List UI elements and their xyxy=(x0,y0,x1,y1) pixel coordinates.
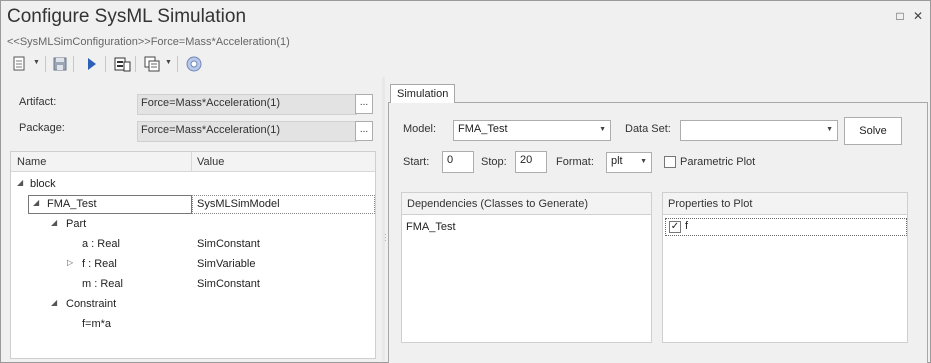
package-field: Force=Mass*Acceleration(1) xyxy=(137,121,357,142)
stop-input[interactable]: 20 xyxy=(515,151,547,173)
format-select[interactable]: plt ▼ xyxy=(606,152,652,173)
tree-row-name: FMA_Test xyxy=(47,198,97,210)
dataset-label: Data Set: xyxy=(625,123,671,135)
tree-row-name: f : Real xyxy=(82,258,117,270)
artifact-browse-button[interactable]: ... xyxy=(355,94,373,114)
chevron-down-icon: ▼ xyxy=(826,126,833,133)
start-input[interactable]: 0 xyxy=(442,151,474,173)
help-icon[interactable] xyxy=(185,55,203,73)
tree-row-name: Constraint xyxy=(66,298,117,310)
tab-strip: Simulation xyxy=(388,81,928,104)
window-subtitle: <<SysMLSimConfiguration>>Force=Mass*Acce… xyxy=(7,36,290,48)
collapse-icon[interactable]: ◢ xyxy=(17,178,23,187)
tree-row-name: f=m*a xyxy=(82,318,112,330)
toolbar: ▼ ▼ xyxy=(5,53,385,77)
tree-row-equation[interactable]: f=m*a xyxy=(11,315,375,335)
parametric-plot-label[interactable]: Parametric Plot xyxy=(680,156,755,168)
artifact-field: Force=Mass*Acceleration(1) xyxy=(137,94,357,115)
expand-icon[interactable]: ▷ xyxy=(67,258,73,267)
package-label: Package: xyxy=(19,122,65,134)
configure-sysml-simulation-window: Configure SysML Simulation <<SysMLSimCon… xyxy=(0,0,931,363)
panel-splitter[interactable] xyxy=(382,77,385,361)
properties-header: Properties to Plot xyxy=(663,193,907,215)
window-title: Configure SysML Simulation xyxy=(7,6,247,27)
start-label: Start: xyxy=(403,156,430,168)
tree-row-constraint[interactable]: ◢ Constraint xyxy=(11,295,375,315)
tree-row-block[interactable]: ◢ block xyxy=(11,175,375,195)
column-header-value[interactable]: Value xyxy=(197,156,224,168)
tree-row-name: m : Real xyxy=(82,278,123,290)
toolbar-separator xyxy=(135,56,136,72)
dependencies-panel: Dependencies (Classes to Generate) FMA_T… xyxy=(401,192,652,343)
tree-row-fma-test[interactable]: ◢ FMA_Test SysMLSimModel xyxy=(11,195,375,215)
chevron-down-icon: ▼ xyxy=(640,158,647,165)
property-row[interactable]: ✓ f xyxy=(665,218,907,236)
dependencies-header: Dependencies (Classes to Generate) xyxy=(402,193,651,215)
toolbar-separator xyxy=(105,56,106,72)
run-icon[interactable] xyxy=(83,55,101,73)
configuration-panel: Artifact: Force=Mass*Acceleration(1) ...… xyxy=(7,81,379,361)
collapse-icon[interactable]: ◢ xyxy=(51,298,57,307)
column-header-name[interactable]: Name xyxy=(17,156,46,168)
dependency-item[interactable]: FMA_Test xyxy=(406,221,456,233)
tree-row-name: Part xyxy=(66,218,87,230)
collapse-icon[interactable]: ◢ xyxy=(33,198,39,207)
tree-row-m[interactable]: m : Real SimConstant xyxy=(11,275,375,295)
tree-row-name: a : Real xyxy=(82,238,120,250)
solve-button[interactable]: Solve xyxy=(844,117,902,145)
package-browse-button[interactable]: ... xyxy=(355,121,373,141)
format-label: Format: xyxy=(556,156,594,168)
property-tree: Name Value ◢ block ◢ FMA_Test SysMLSimMo… xyxy=(10,151,376,359)
restore-icon[interactable]: □ xyxy=(893,9,907,23)
generate-icon[interactable] xyxy=(113,55,131,73)
format-select-value: plt xyxy=(611,155,623,167)
property-name: f xyxy=(685,220,689,232)
copy-dropdown-icon[interactable]: ▼ xyxy=(165,59,172,66)
model-select[interactable]: FMA_Test ▼ xyxy=(453,120,611,141)
simulation-tab-pane: Model: FMA_Test ▼ Data Set: ▼ Solve Star… xyxy=(388,103,928,363)
tree-row-value: SimVariable xyxy=(197,258,256,270)
simulation-panel: Simulation Model: FMA_Test ▼ Data Set: ▼… xyxy=(388,81,928,363)
new-dropdown-icon[interactable]: ▼ xyxy=(33,59,40,66)
tree-header: Name Value xyxy=(11,152,375,172)
close-icon[interactable]: ✕ xyxy=(911,9,925,23)
tree-row-name: block xyxy=(30,178,56,190)
dataset-select[interactable]: ▼ xyxy=(680,120,838,141)
toolbar-separator xyxy=(73,56,74,72)
collapse-icon[interactable]: ◢ xyxy=(51,218,57,227)
tree-row-part[interactable]: ◢ Part xyxy=(11,215,375,235)
property-checkbox[interactable]: ✓ xyxy=(669,221,681,233)
parametric-plot-checkbox[interactable] xyxy=(664,156,676,168)
tree-row-value: SysMLSimModel xyxy=(197,198,280,210)
stop-label: Stop: xyxy=(481,156,507,168)
properties-panel: Properties to Plot ✓ f xyxy=(662,192,908,343)
tree-row-value: SimConstant xyxy=(197,278,260,290)
column-divider[interactable] xyxy=(191,152,192,172)
splitter-grip-icon[interactable]: · · · xyxy=(384,231,387,245)
chevron-down-icon: ▼ xyxy=(599,126,606,133)
toolbar-separator xyxy=(177,56,178,72)
save-icon[interactable] xyxy=(51,55,69,73)
copy-icon[interactable] xyxy=(143,55,161,73)
tree-row-f[interactable]: ▷ f : Real SimVariable xyxy=(11,255,375,275)
artifact-label: Artifact: xyxy=(19,96,57,108)
model-select-value: FMA_Test xyxy=(458,123,508,135)
new-document-icon[interactable] xyxy=(11,55,29,73)
tree-row-value: SimConstant xyxy=(197,238,260,250)
tab-simulation[interactable]: Simulation xyxy=(390,84,456,104)
toolbar-separator xyxy=(45,56,46,72)
tree-row-a[interactable]: a : Real SimConstant xyxy=(11,235,375,255)
model-label: Model: xyxy=(403,123,437,135)
